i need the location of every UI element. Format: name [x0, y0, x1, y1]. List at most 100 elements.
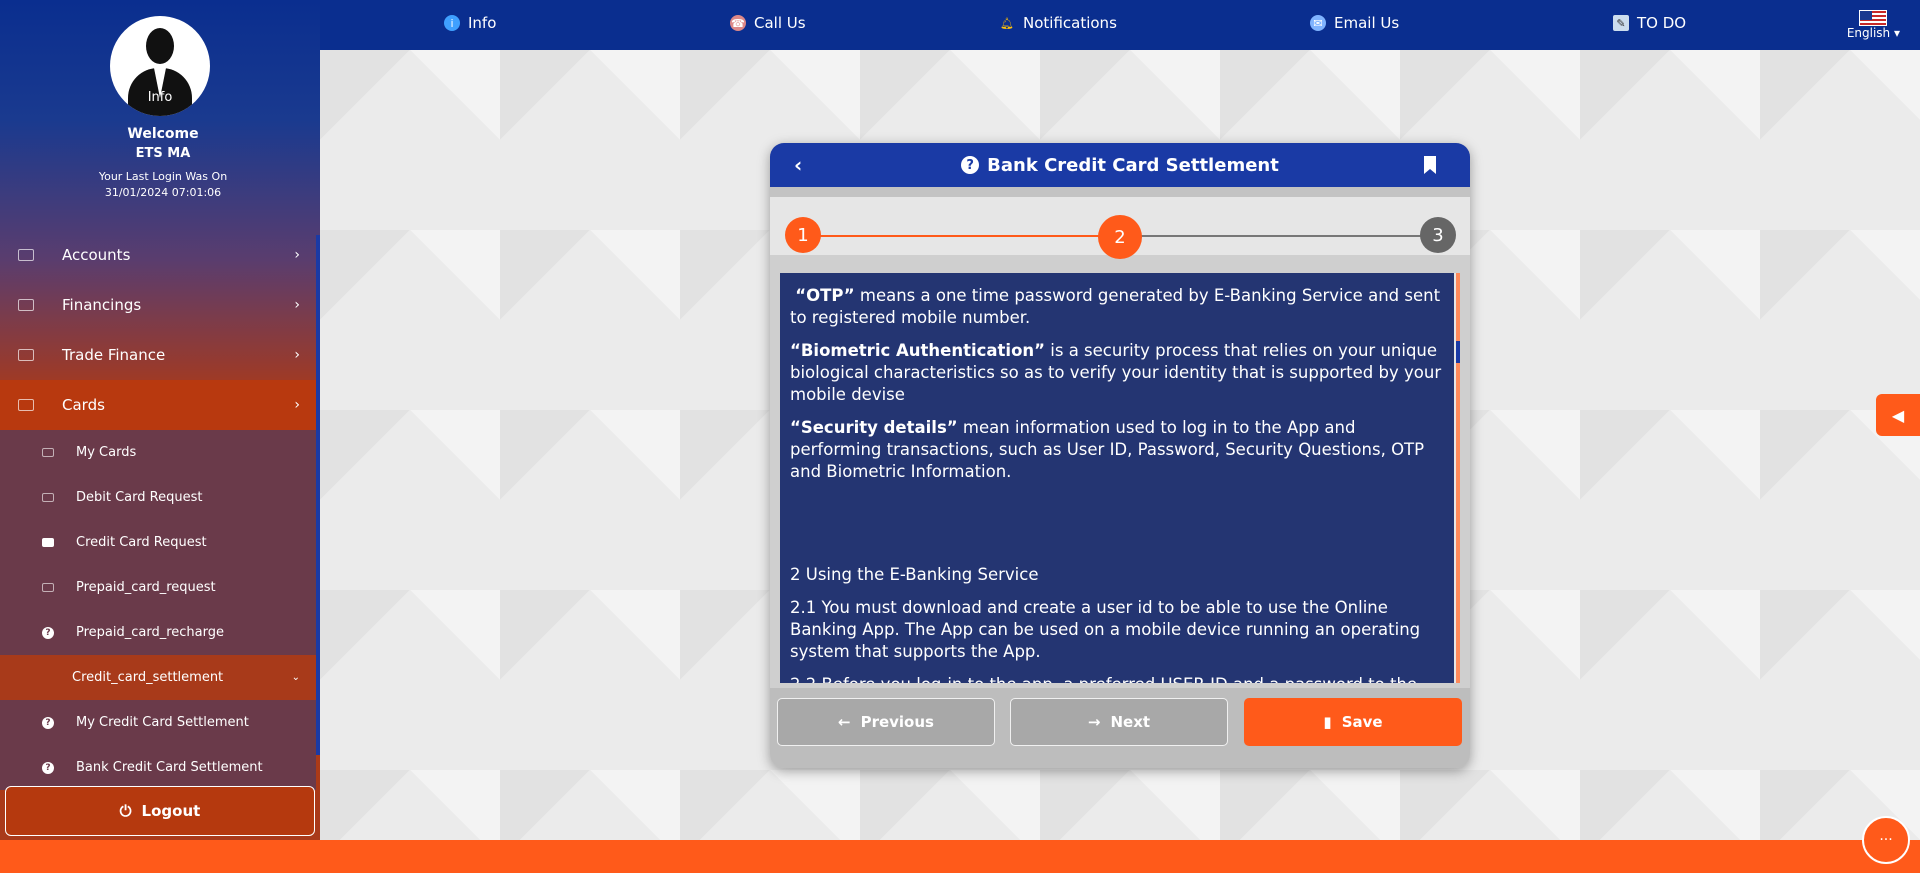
- avatar-head: [146, 28, 174, 64]
- side-panel-toggle[interactable]: ◀: [1876, 394, 1920, 436]
- sidebar-subitem-bank-credit-card-settlement[interactable]: ? Bank Credit Card Settlement: [0, 745, 316, 790]
- nav-notifications[interactable]: 🔔︎ Notifications: [999, 14, 1117, 32]
- step-3[interactable]: 3: [1420, 217, 1456, 253]
- save-button[interactable]: ▮ Save: [1244, 698, 1462, 746]
- sidebar-item-financings[interactable]: Financings ›: [0, 280, 316, 330]
- card-header: ‹ ? Bank Credit Card Settlement: [770, 143, 1470, 187]
- card-icon: [42, 448, 54, 457]
- sidebar-item-label: Financings: [62, 296, 142, 314]
- sidebar-item-label: Trade Finance: [62, 346, 166, 364]
- avatar-label: Info: [147, 90, 173, 105]
- question-icon: ?: [42, 761, 54, 774]
- sidebar: Info Welcome ETS MA Your Last Login Was …: [0, 0, 320, 840]
- chat-icon: ···: [1879, 832, 1893, 848]
- chevron-right-icon: ›: [294, 397, 300, 413]
- nav-call-us[interactable]: ☎ Call Us: [730, 14, 806, 32]
- terms-container: “OTP” means a one time password generate…: [780, 273, 1460, 683]
- welcome-text: Welcome: [127, 126, 199, 142]
- previous-label: Previous: [860, 713, 934, 731]
- sidebar-item-accounts[interactable]: Accounts ›: [0, 230, 316, 280]
- chevron-down-icon: ⌄: [291, 672, 300, 683]
- step-1[interactable]: 1: [785, 217, 821, 253]
- next-label: Next: [1110, 713, 1151, 731]
- nav-label: TO DO: [1637, 14, 1687, 32]
- header-divider: [770, 187, 1470, 197]
- back-icon[interactable]: ‹: [794, 153, 802, 177]
- terms-paragraph: 2.2 Before you log-in to the app, a pref…: [790, 674, 1444, 683]
- chevron-right-icon: ›: [294, 247, 300, 263]
- sidebar-subitem-credit-card-settlement[interactable]: Credit_card_settlement ⌄: [0, 655, 316, 700]
- email-icon: ✉: [1310, 15, 1326, 31]
- credit-card-icon: [42, 538, 54, 547]
- caret-left-icon: ◀: [1891, 405, 1905, 425]
- logout-icon: ⏻: [119, 802, 132, 820]
- question-icon: ?: [42, 716, 54, 729]
- user-name: ETS MA: [135, 146, 191, 161]
- sidebar-menu: Accounts › Financings › Trade Finance › …: [0, 230, 316, 790]
- scrollbar-thumb[interactable]: [1456, 341, 1460, 363]
- sidebar-subitem-debit-card-request[interactable]: Debit Card Request: [0, 475, 316, 520]
- terms-term: “OTP”: [795, 286, 855, 305]
- chevron-right-icon: ›: [294, 347, 300, 363]
- welcome-block: Welcome ETS MA Your Last Login Was On 31…: [0, 126, 320, 201]
- info-icon: i: [444, 15, 460, 31]
- chat-button[interactable]: ···: [1862, 816, 1910, 864]
- sidebar-item-label: Accounts: [62, 246, 131, 264]
- save-label: Save: [1341, 713, 1383, 731]
- scrollbar-track[interactable]: [1456, 273, 1460, 683]
- last-login-label: Your Last Login Was On: [98, 170, 228, 183]
- us-flag-icon: [1859, 10, 1888, 26]
- logout-button[interactable]: ⏻ Logout: [5, 786, 315, 836]
- stepper: 1 2 3: [770, 197, 1470, 259]
- button-row: ← Previous → Next ▮ Save: [770, 688, 1470, 768]
- last-login: Your Last Login Was On 31/01/2024 07:01:…: [0, 169, 320, 201]
- next-button[interactable]: → Next: [1010, 698, 1228, 746]
- avatar[interactable]: Info: [110, 16, 210, 116]
- step-line-complete: [802, 235, 1127, 237]
- nav-info[interactable]: i Info: [444, 14, 496, 32]
- sidebar-item-trade-finance[interactable]: Trade Finance ›: [0, 330, 316, 380]
- sidebar-subitem-credit-card-request[interactable]: Credit Card Request: [0, 520, 316, 565]
- accounts-icon: [18, 249, 34, 261]
- sidebar-subitem-label: My Credit Card Settlement: [76, 715, 249, 730]
- sidebar-item-cards[interactable]: Cards ›: [0, 380, 316, 430]
- previous-button[interactable]: ← Previous: [777, 698, 995, 746]
- last-login-value: 31/01/2024 07:01:06: [104, 186, 222, 199]
- logout-label: Logout: [141, 802, 201, 820]
- card-icon: [42, 493, 54, 502]
- top-nav: i Info ☎ Call Us 🔔︎ Notifications ✉ Emai…: [320, 0, 1920, 50]
- terms-heading: 2 Using the E-Banking Service: [790, 565, 1039, 584]
- step-line-pending: [1115, 235, 1437, 237]
- settlement-card: ‹ ? Bank Credit Card Settlement 1 2 3 “O…: [770, 143, 1470, 768]
- bell-icon: 🔔︎: [1000, 16, 1014, 30]
- sidebar-subitem-label: Prepaid_card_request: [76, 580, 216, 595]
- sidebar-subitem-label: Credit Card Request: [76, 535, 207, 550]
- terms-content[interactable]: “OTP” means a one time password generate…: [780, 273, 1454, 683]
- sidebar-subitem-my-cards[interactable]: My Cards: [0, 430, 316, 475]
- step-2[interactable]: 2: [1098, 215, 1142, 259]
- sidebar-subitem-label: Bank Credit Card Settlement: [76, 760, 263, 775]
- language-label: English ▾: [1846, 26, 1900, 40]
- sidebar-subitem-prepaid-card-request[interactable]: Prepaid_card_request: [0, 565, 316, 610]
- terms-paragraph: “Security details” mean information used…: [790, 417, 1444, 483]
- sidebar-subitem-prepaid-card-recharge[interactable]: ? Prepaid_card_recharge: [0, 610, 316, 655]
- arrow-right-icon: →: [1087, 713, 1101, 731]
- nav-label: Notifications: [1023, 14, 1117, 32]
- nav-todo[interactable]: ✎ TO DO: [1613, 14, 1686, 32]
- bookmark-icon[interactable]: [1424, 156, 1436, 174]
- arrow-left-icon: ←: [838, 713, 851, 731]
- card-icon: [42, 583, 54, 592]
- nav-email-us[interactable]: ✉ Email Us: [1310, 14, 1399, 32]
- todo-icon: ✎: [1613, 15, 1629, 31]
- sidebar-subitem-my-credit-card-settlement[interactable]: ? My Credit Card Settlement: [0, 700, 316, 745]
- language-text: English: [1846, 26, 1891, 40]
- chevron-right-icon: ›: [294, 297, 300, 313]
- terms-paragraph: 2.1 You must download and create a user …: [790, 598, 1421, 661]
- language-selector[interactable]: English ▾: [1847, 10, 1900, 40]
- sidebar-subitem-label: Debit Card Request: [76, 490, 203, 505]
- sidebar-subitem-label: Prepaid_card_recharge: [76, 625, 225, 640]
- financings-icon: [18, 299, 34, 311]
- trade-finance-icon: [18, 349, 34, 361]
- file-icon: ▮: [1323, 713, 1332, 731]
